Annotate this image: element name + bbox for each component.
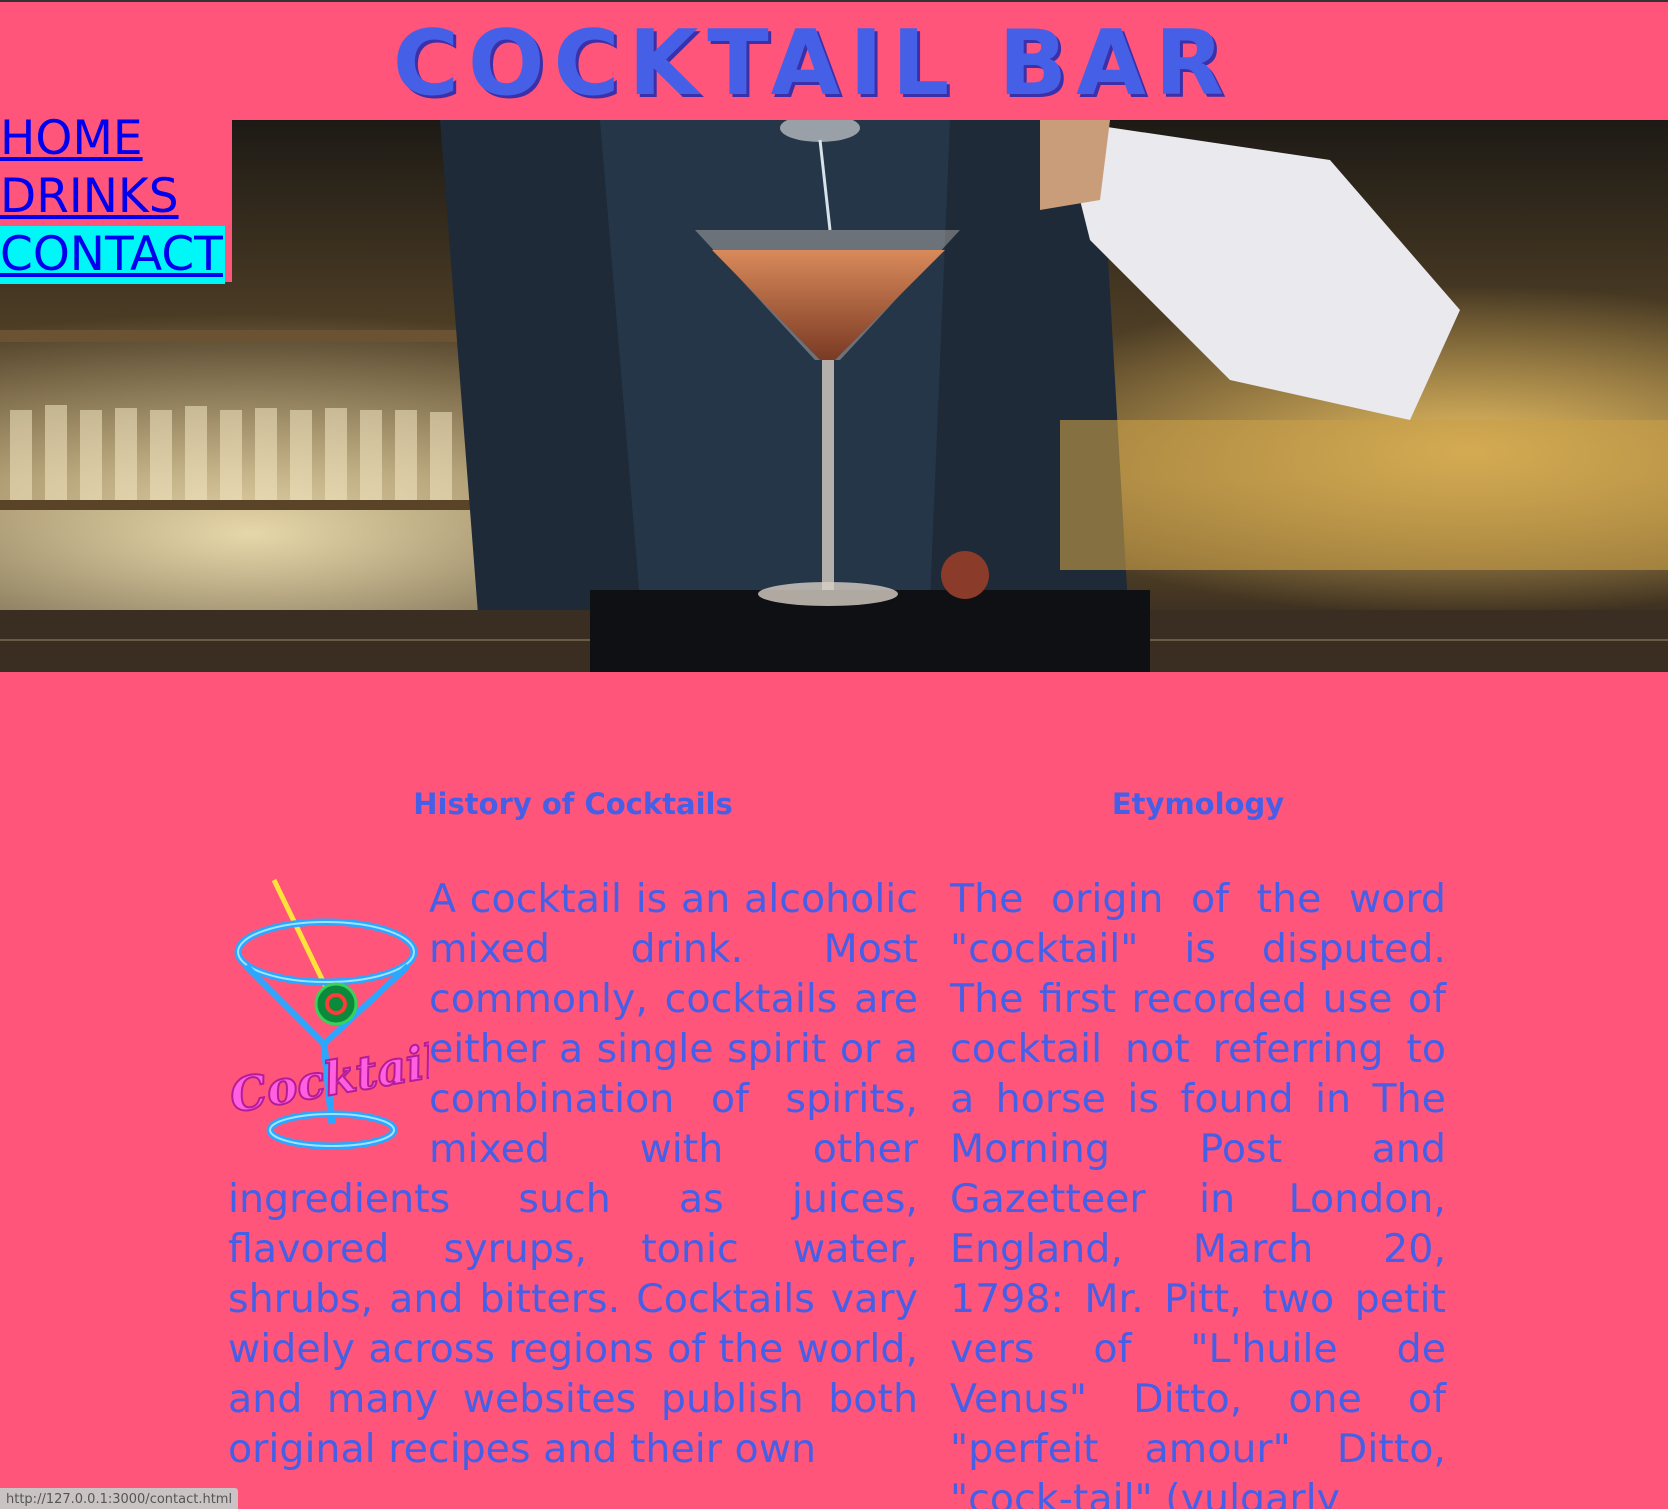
main-nav: HOME DRINKS CONTACT	[0, 110, 225, 284]
nav-contact-link[interactable]: CONTACT	[0, 226, 225, 284]
site-title: COCKTAIL BAR	[392, 11, 1234, 116]
cocktails-neon-logo: Cocktails	[225, 878, 429, 1150]
history-heading: History of Cocktails	[413, 787, 733, 821]
nav-home-link[interactable]: HOME	[0, 110, 225, 168]
nav-drinks-link[interactable]: DRINKS	[0, 168, 225, 226]
etymology-section: The origin of the word "cocktail" is dis…	[950, 874, 1446, 1509]
etymology-heading: Etymology	[1111, 787, 1285, 821]
status-bar-url: http://127.0.0.1:3000/contact.html	[0, 1488, 239, 1509]
hero-photo	[0, 120, 1668, 672]
hero-image	[0, 120, 1668, 672]
history-section: Cocktails A cocktail is an alcoholic mix…	[225, 874, 918, 1474]
page: COCKTAIL BAR HOME DRINKS CONTACT History…	[0, 0, 1668, 1509]
etymology-body: The origin of the word "cocktail" is dis…	[950, 876, 1446, 1509]
